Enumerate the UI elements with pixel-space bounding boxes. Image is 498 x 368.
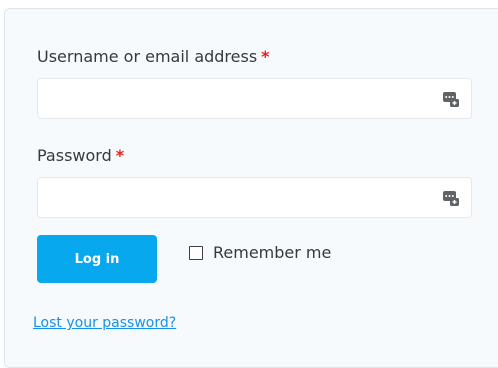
required-marker: * (261, 47, 270, 66)
password-field[interactable] (37, 177, 472, 218)
remember-me-checkbox[interactable] (189, 246, 203, 260)
login-button[interactable]: Log in (37, 235, 157, 283)
password-input[interactable] (38, 178, 471, 217)
required-marker: * (115, 146, 125, 165)
username-field[interactable] (37, 78, 472, 119)
password-label-text: Password (37, 146, 112, 165)
password-manager-icon[interactable] (443, 191, 459, 206)
username-label: Username or email address * (37, 47, 270, 67)
remember-me[interactable]: Remember me (189, 243, 331, 263)
password-label: Password * (37, 146, 124, 166)
username-input[interactable] (38, 79, 471, 118)
password-manager-icon[interactable] (443, 92, 459, 107)
lost-password-link[interactable]: Lost your password? (33, 314, 176, 332)
username-label-text: Username or email address (37, 47, 258, 66)
remember-me-label[interactable]: Remember me (213, 243, 331, 263)
